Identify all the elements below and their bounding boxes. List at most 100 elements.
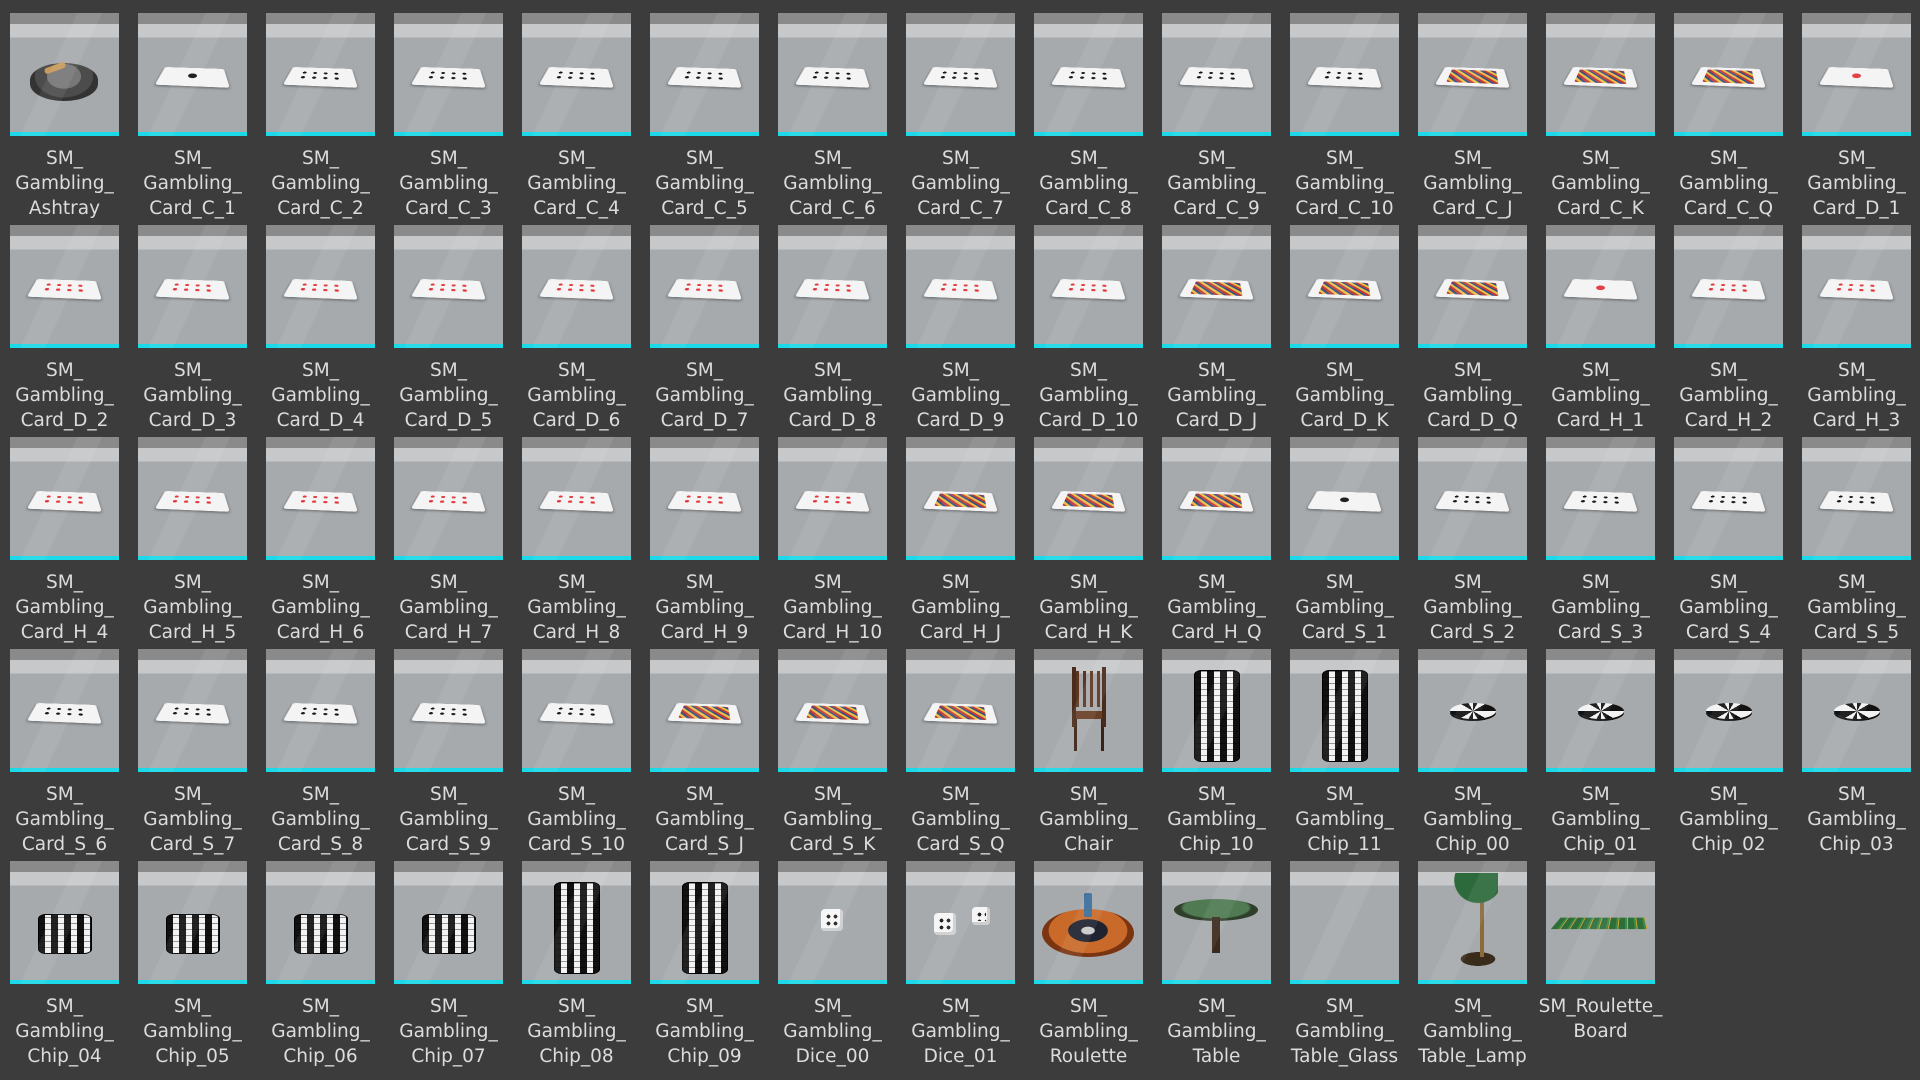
asset-tile[interactable]: SM_ Gambling_ Chip_00 (1418, 649, 1527, 861)
asset-tile[interactable]: SM_ Gambling_ Card_C_1 (138, 13, 247, 225)
asset-tile[interactable]: SM_ Gambling_ Card_C_Q (1674, 13, 1783, 225)
asset-thumbnail[interactable] (1034, 861, 1143, 984)
asset-tile[interactable]: SM_ Gambling_ Chip_03 (1802, 649, 1911, 861)
asset-tile[interactable]: SM_ Gambling_ Card_D_K (1290, 225, 1399, 437)
asset-tile[interactable]: SM_ Gambling_ Card_D_7 (650, 225, 759, 437)
asset-thumbnail[interactable] (138, 861, 247, 984)
asset-tile[interactable]: SM_ Gambling_ Card_D_5 (394, 225, 503, 437)
asset-tile[interactable]: SM_ Gambling_ Chip_06 (266, 861, 375, 1073)
asset-thumbnail[interactable] (10, 861, 119, 984)
asset-thumbnail[interactable] (138, 437, 247, 560)
asset-tile[interactable]: SM_ Gambling_ Chip_09 (650, 861, 759, 1073)
asset-thumbnail[interactable] (650, 649, 759, 772)
asset-thumbnail[interactable] (394, 649, 503, 772)
asset-tile[interactable]: SM_ Gambling_ Chip_08 (522, 861, 631, 1073)
asset-tile[interactable]: SM_ Gambling_ Card_S_6 (10, 649, 119, 861)
asset-tile[interactable]: SM_ Gambling_ Card_D_Q (1418, 225, 1527, 437)
asset-tile[interactable]: SM_Roulette_ Board (1539, 861, 1662, 1073)
asset-tile[interactable]: SM_ Gambling_ Card_S_K (778, 649, 887, 861)
asset-thumbnail[interactable] (1418, 13, 1527, 136)
asset-thumbnail[interactable] (1290, 861, 1399, 984)
asset-thumbnail[interactable] (1290, 437, 1399, 560)
asset-tile[interactable]: SM_ Gambling_ Card_H_6 (266, 437, 375, 649)
asset-tile[interactable]: SM_ Gambling_ Chip_02 (1674, 649, 1783, 861)
asset-thumbnail[interactable] (522, 225, 631, 348)
asset-thumbnail[interactable] (10, 13, 119, 136)
asset-thumbnail[interactable] (906, 649, 1015, 772)
asset-thumbnail[interactable] (266, 861, 375, 984)
asset-thumbnail[interactable] (1802, 649, 1911, 772)
asset-tile[interactable]: SM_ Gambling_ Dice_00 (778, 861, 887, 1073)
asset-tile[interactable]: SM_ Gambling_ Card_D_2 (10, 225, 119, 437)
asset-thumbnail[interactable] (1418, 861, 1527, 984)
asset-tile[interactable]: SM_ Gambling_ Chip_10 (1162, 649, 1271, 861)
asset-tile[interactable]: SM_ Gambling_ Card_H_5 (138, 437, 247, 649)
asset-thumbnail[interactable] (1162, 13, 1271, 136)
asset-thumbnail[interactable] (906, 861, 1015, 984)
asset-thumbnail[interactable] (778, 861, 887, 984)
asset-thumbnail[interactable] (778, 649, 887, 772)
asset-thumbnail[interactable] (778, 225, 887, 348)
asset-thumbnail[interactable] (394, 437, 503, 560)
asset-tile[interactable]: SM_ Gambling_ Card_S_Q (906, 649, 1015, 861)
asset-tile[interactable]: SM_ Gambling_ Card_S_4 (1674, 437, 1783, 649)
asset-thumbnail[interactable] (1674, 225, 1783, 348)
asset-thumbnail[interactable] (266, 225, 375, 348)
asset-tile[interactable]: SM_ Gambling_ Card_S_8 (266, 649, 375, 861)
asset-thumbnail[interactable] (1418, 437, 1527, 560)
asset-tile[interactable]: SM_ Gambling_ Chip_11 (1290, 649, 1399, 861)
asset-tile[interactable]: SM_ Gambling_ Card_S_3 (1546, 437, 1655, 649)
asset-thumbnail[interactable] (1034, 225, 1143, 348)
asset-tile[interactable]: SM_ Gambling_ Chip_01 (1546, 649, 1655, 861)
asset-thumbnail[interactable] (650, 861, 759, 984)
asset-thumbnail[interactable] (650, 437, 759, 560)
asset-tile[interactable]: SM_ Gambling_ Chip_04 (10, 861, 119, 1073)
asset-thumbnail[interactable] (1674, 649, 1783, 772)
asset-tile[interactable]: SM_ Gambling_ Card_S_7 (138, 649, 247, 861)
asset-thumbnail[interactable] (10, 437, 119, 560)
asset-tile[interactable]: SM_ Gambling_ Card_D_4 (266, 225, 375, 437)
asset-tile[interactable]: SM_ Gambling_ Dice_01 (906, 861, 1015, 1073)
asset-thumbnail[interactable] (1546, 437, 1655, 560)
asset-thumbnail[interactable] (1290, 649, 1399, 772)
asset-tile[interactable]: SM_ Gambling_ Card_C_10 (1290, 13, 1399, 225)
asset-tile[interactable]: SM_ Gambling_ Card_H_2 (1674, 225, 1783, 437)
asset-tile[interactable]: SM_ Gambling_ Table_Glass (1290, 861, 1399, 1073)
asset-thumbnail[interactable] (266, 13, 375, 136)
asset-tile[interactable]: SM_ Gambling_ Card_C_2 (266, 13, 375, 225)
asset-thumbnail[interactable] (1418, 649, 1527, 772)
asset-tile[interactable]: SM_ Gambling_ Card_H_9 (650, 437, 759, 649)
asset-tile[interactable]: SM_ Gambling_ Card_S_5 (1802, 437, 1911, 649)
asset-thumbnail[interactable] (10, 649, 119, 772)
asset-thumbnail[interactable] (1034, 437, 1143, 560)
asset-thumbnail[interactable] (1162, 649, 1271, 772)
asset-thumbnail[interactable] (1546, 225, 1655, 348)
asset-tile[interactable]: SM_ Gambling_ Card_C_J (1418, 13, 1527, 225)
asset-thumbnail[interactable] (1674, 13, 1783, 136)
asset-thumbnail[interactable] (522, 437, 631, 560)
asset-tile[interactable]: SM_ Gambling_ Card_H_4 (10, 437, 119, 649)
asset-tile[interactable]: SM_ Gambling_ Card_D_3 (138, 225, 247, 437)
asset-thumbnail[interactable] (138, 225, 247, 348)
asset-thumbnail[interactable] (906, 225, 1015, 348)
asset-thumbnail[interactable] (650, 225, 759, 348)
asset-tile[interactable]: SM_ Gambling_ Card_H_7 (394, 437, 503, 649)
asset-thumbnail[interactable] (522, 649, 631, 772)
asset-tile[interactable]: SM_ Gambling_ Card_H_Q (1162, 437, 1271, 649)
asset-tile[interactable]: SM_ Gambling_ Chair (1034, 649, 1143, 861)
asset-thumbnail[interactable] (1290, 225, 1399, 348)
asset-tile[interactable]: SM_ Gambling_ Chip_07 (394, 861, 503, 1073)
asset-thumbnail[interactable] (1290, 13, 1399, 136)
asset-tile[interactable]: SM_ Gambling_ Card_D_8 (778, 225, 887, 437)
asset-tile[interactable]: SM_ Gambling_ Card_C_8 (1034, 13, 1143, 225)
asset-tile[interactable]: SM_ Gambling_ Card_D_6 (522, 225, 631, 437)
asset-tile[interactable]: SM_ Gambling_ Ashtray (10, 13, 119, 225)
asset-tile[interactable]: SM_ Gambling_ Card_D_1 (1802, 13, 1911, 225)
asset-thumbnail[interactable] (906, 437, 1015, 560)
asset-tile[interactable]: SM_ Gambling_ Card_C_9 (1162, 13, 1271, 225)
asset-thumbnail[interactable] (1162, 861, 1271, 984)
asset-thumbnail[interactable] (266, 437, 375, 560)
asset-thumbnail[interactable] (778, 437, 887, 560)
asset-thumbnail[interactable] (266, 649, 375, 772)
asset-thumbnail[interactable] (1162, 437, 1271, 560)
